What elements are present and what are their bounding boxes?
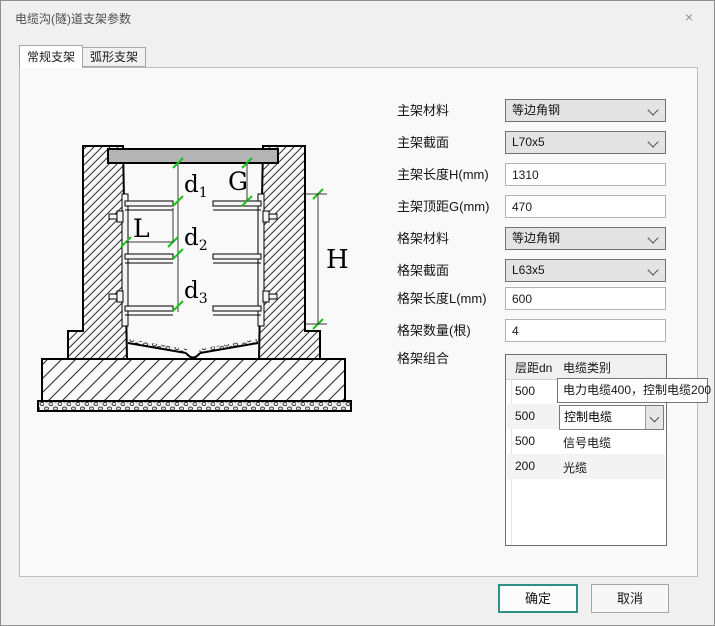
- cable-category-cell-combo[interactable]: 控制电缆: [559, 405, 664, 430]
- grid-section-select[interactable]: L63x5: [505, 259, 666, 282]
- table-row[interactable]: 500 信号电缆: [507, 429, 665, 454]
- window-title: 电缆沟(隧)道支架参数: [15, 12, 131, 26]
- dim-label-H: H: [326, 245, 349, 275]
- chevron-down-icon: [647, 104, 659, 116]
- title-bar[interactable]: 电缆沟(隧)道支架参数 ×: [1, 1, 714, 33]
- main-length-h-input[interactable]: [505, 163, 666, 186]
- combo-drop-button[interactable]: [645, 406, 663, 429]
- chevron-down-icon: [647, 136, 659, 148]
- label-main-section: 主架截面: [397, 135, 450, 150]
- main-top-gap-g-input[interactable]: [505, 195, 666, 218]
- chevron-down-icon: [649, 412, 660, 423]
- chevron-down-icon: [647, 264, 659, 276]
- label-grid-count: 格架数量(根): [397, 323, 471, 338]
- right-bracket-arms: [212, 200, 262, 316]
- dialog-window: 电缆沟(隧)道支架参数 × 常规支架 弧形支架 d1 d2 d3 G H L 主…: [0, 0, 715, 626]
- ok-button[interactable]: 确定: [498, 584, 578, 613]
- column-header-dn: 层距dn: [515, 361, 553, 375]
- main-material-select[interactable]: 等边角钢: [505, 99, 666, 122]
- close-icon[interactable]: ×: [678, 7, 700, 27]
- label-grid-length-l: 格架长度L(mm): [397, 291, 487, 306]
- center-notch: [185, 352, 201, 359]
- grid-count-input[interactable]: [505, 319, 666, 342]
- grid-length-l-input[interactable]: [505, 287, 666, 310]
- chevron-down-icon: [647, 232, 659, 244]
- dim-label-L: L: [133, 214, 150, 243]
- table-row[interactable]: 200 光缆: [507, 454, 665, 479]
- dim-label-G: G: [228, 167, 248, 196]
- tab-regular-support[interactable]: 常规支架: [19, 45, 83, 68]
- table-header: 层距dn 电缆类别: [506, 355, 666, 380]
- label-grid-section: 格架截面: [397, 263, 450, 278]
- left-wall: [67, 145, 129, 360]
- cell-overflow-tooltip: 电力电缆400，控制电缆200: [557, 378, 711, 403]
- trench-support-diagram: d1 d2 d3 G H L: [37, 145, 352, 412]
- dim-label-d3: d3: [184, 278, 208, 307]
- label-main-top-gap-g: 主架顶距G(mm): [397, 199, 490, 214]
- label-grid-combo: 格架组合: [397, 351, 450, 366]
- label-main-length-h: 主架长度H(mm): [397, 167, 489, 182]
- label-grid-material: 格架材料: [397, 231, 450, 246]
- gravel-strip: [37, 400, 352, 412]
- right-wall: [257, 145, 321, 360]
- main-section-select[interactable]: L70x5: [505, 131, 666, 154]
- dim-label-d2: d2: [184, 225, 208, 254]
- label-main-material: 主架材料: [397, 103, 450, 118]
- dim-label-d1: d1: [184, 172, 208, 201]
- grid-material-select[interactable]: 等边角钢: [505, 227, 666, 250]
- column-header-category: 电缆类别: [563, 361, 612, 375]
- foundation: [41, 358, 346, 402]
- cover-slab: [107, 148, 279, 164]
- tab-page-panel: d1 d2 d3 G H L 主架材料 主架截面 主架长度H(mm) 主架顶距G…: [19, 67, 698, 577]
- tab-arc-support[interactable]: 弧形支架: [83, 47, 146, 67]
- cancel-button[interactable]: 取消: [591, 584, 669, 613]
